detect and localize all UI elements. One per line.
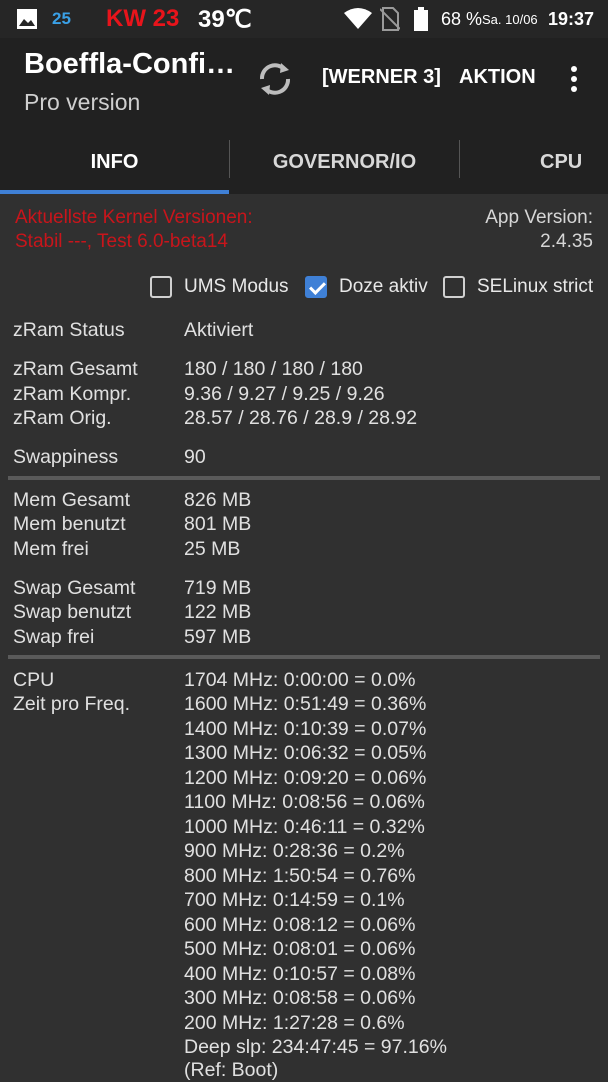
mem-benutzt-value: 801 MB [184,513,252,535]
ums-checkbox-label: UMS Modus [184,276,289,297]
zram-orig-value: 28.57 / 28.76 / 28.9 / 28.92 [184,407,418,429]
werner-button[interactable]: [WERNER 3] [322,66,441,89]
swappiness-value: 90 [184,446,206,468]
cpu-freq-row: 1400 MHz: 0:10:39 = 0.07% [184,718,427,740]
kernel-line-2: Stabil ---, Test 6.0-beta14 [15,231,228,252]
mem-frei-label: Mem frei [13,538,89,560]
mem-frei-value: 25 MB [184,538,241,560]
ums-checkbox-box[interactable] [150,276,172,298]
ums-checkbox[interactable]: UMS Modus [150,272,289,302]
swap-frei-label: Swap frei [13,626,95,648]
mem-gesamt-label: Mem Gesamt [13,489,131,511]
zram-gesamt-label: zRam Gesamt [13,358,138,380]
battery-icon [414,0,428,38]
cpu-freq-row: 1000 MHz: 0:46:11 = 0.32% [184,816,425,838]
mem-benutzt-label: Mem benutzt [13,513,126,535]
no-sim-icon [380,0,400,38]
cpu-freq-row: 700 MHz: 0:14:59 = 0.1% [184,889,405,911]
zram-kompr-label: zRam Kompr. [13,383,132,405]
cpu-freq-row: 500 MHz: 0:08:01 = 0.06% [184,938,416,960]
tab-info[interactable]: INFO [0,134,229,190]
wifi-icon [344,0,372,38]
app-bar: Boeffla-Confi… Pro version [WERNER 3] AK… [0,38,608,134]
cpu-freq-row: 200 MHz: 1:27:28 = 0.6% [184,1012,405,1034]
app-version: App Version: 2.4.35 [485,206,593,254]
image-notification-icon [16,0,38,38]
aktion-button[interactable]: AKTION [459,66,536,89]
cpu-freq-row: 1200 MHz: 0:09:20 = 0.06% [184,767,427,789]
badge-25: 25 [52,9,71,28]
tab-indicator [0,190,229,194]
cpu-freq-row: 400 MHz: 0:10:57 = 0.08% [184,963,416,985]
cpu-freq-row: 1704 MHz: 0:00:00 = 0.0% [184,669,416,691]
swap-frei-value: 597 MB [184,626,252,648]
temperature: 39℃ [198,5,252,33]
swap-gesamt-value: 719 MB [184,577,252,599]
mem-gesamt-value: 826 MB [184,489,252,511]
selinux-checkbox-label: SELinux strict [477,276,594,297]
zram-kompr-value: 9.36 / 9.27 / 9.25 / 9.26 [184,383,385,405]
selinux-checkbox-box[interactable] [443,276,465,298]
status-time: 19:37 [548,8,595,29]
doze-checkbox[interactable]: Doze aktiv [305,272,428,302]
zram-status-label: zRam Status [13,319,125,341]
zram-gesamt-value: 180 / 180 / 180 / 180 [184,358,363,380]
battery-percent: 68 % [441,8,483,29]
tab-cpu[interactable]: CPU [540,134,608,190]
status-bar: 25 KW 23 39℃ 68 % Sa. 10/06 19:37 [0,0,608,38]
app-version-label: App Version: [485,207,593,228]
cpu-freq-row: 900 MHz: 0:28:36 = 0.2% [184,840,405,862]
cpu-freq-row: 800 MHz: 1:50:54 = 0.76% [184,865,416,887]
kernel-line-1: Aktuellste Kernel Versionen: [15,207,253,228]
cpu-label: CPU [13,669,55,691]
cpu-freq-row: 1100 MHz: 0:08:56 = 0.06% [184,791,425,813]
section-divider [8,655,600,659]
swap-benutzt-value: 122 MB [184,601,252,623]
zram-orig-label: zRam Orig. [13,407,112,429]
doze-checkbox-label: Doze aktiv [339,276,428,297]
kernel-versions[interactable]: Aktuellste Kernel Versionen: Stabil ---,… [15,206,253,254]
cpu-freq-row: 1600 MHz: 0:51:49 = 0.36% [184,693,427,715]
app-title: Boeffla-Confi… [24,48,236,80]
zram-status-value: Aktiviert [184,319,254,341]
app-subtitle: Pro version [24,89,141,115]
tab-divider [459,140,460,178]
cpu-time-per-freq-label: Zeit pro Freq. [13,693,131,715]
refresh-icon[interactable] [254,58,296,100]
doze-checkbox-box[interactable] [305,276,327,298]
swap-gesamt-label: Swap Gesamt [13,577,136,599]
status-date: Sa. 10/06 [482,11,538,27]
selinux-checkbox[interactable]: SELinux strict [443,272,593,302]
swap-benutzt-label: Swap benutzt [13,601,132,623]
tab-bar: INFO GOVERNOR/IO CPU [0,134,608,194]
cpu-freq-row: 1300 MHz: 0:06:32 = 0.05% [184,742,427,764]
section-divider [8,476,600,480]
swappiness-label: Swappiness [13,446,119,468]
overflow-menu-icon[interactable] [566,66,582,94]
cpu-freq-row: 300 MHz: 0:08:58 = 0.06% [184,987,416,1009]
cpu-ref-row: (Ref: Boot) [184,1059,279,1081]
cpu-freq-row: 600 MHz: 0:08:12 = 0.06% [184,914,416,936]
cpu-deep-sleep-row: Deep slp: 234:47:45 = 97.16% [184,1036,447,1058]
app-version-value: 2.4.35 [540,231,593,252]
calendar-week: KW 23 [106,5,180,32]
tab-governor-io[interactable]: GOVERNOR/IO [230,134,459,190]
